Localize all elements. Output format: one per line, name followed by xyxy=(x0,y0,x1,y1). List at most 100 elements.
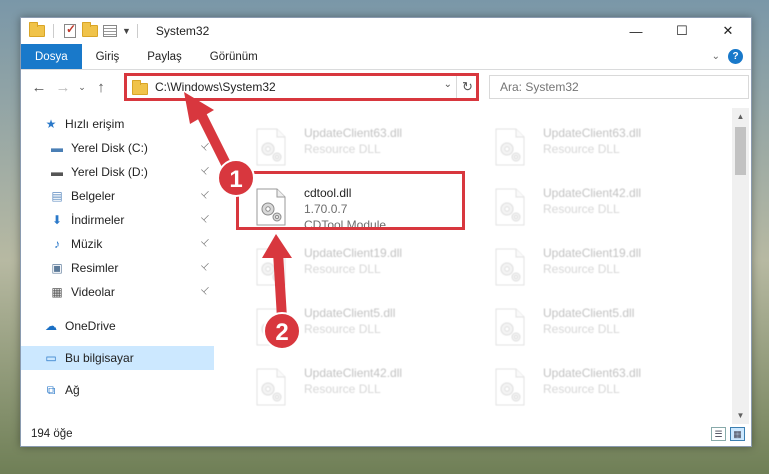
tiles-view-icon[interactable]: ▦ xyxy=(730,427,745,441)
sidebar-item-label: Resimler xyxy=(71,261,119,275)
file-tile[interactable]: UpdateClient42.dll Resource DLL xyxy=(484,180,714,232)
search-input[interactable] xyxy=(500,80,700,94)
help-icon[interactable]: ? xyxy=(728,49,743,64)
file-type: Resource DLL xyxy=(304,142,381,156)
file-tile[interactable]: UpdateClient42.dll Resource DLL xyxy=(245,360,475,412)
file-name: UpdateClient42.dll xyxy=(543,186,642,200)
file-tile[interactable]: UpdateClient5.dll Resource DLL xyxy=(484,300,714,352)
sidebar-item[interactable]: ♪ Müzik ⊥ xyxy=(21,232,214,256)
file-tile[interactable]: UpdateClient63.dll Resource DLL xyxy=(245,120,475,172)
sidebar-item-label: Müzik xyxy=(71,237,103,251)
dll-file-icon xyxy=(495,368,525,406)
sidebar-item[interactable]: ⬇ İndirmeler ⊥ xyxy=(21,208,214,232)
sidebar-item-label: Ağ xyxy=(65,383,80,397)
sidebar-item-label: Hızlı erişim xyxy=(65,117,125,131)
sidebar-item-label: Videolar xyxy=(71,285,115,299)
minimize-button[interactable]: — xyxy=(613,18,659,44)
tab-dosya[interactable]: Dosya xyxy=(21,44,82,69)
downloads-icon: ⬇ xyxy=(51,213,63,227)
back-button[interactable]: ← xyxy=(27,75,51,99)
details-view-icon[interactable]: ☰ xyxy=(711,427,726,441)
sidebar-item[interactable]: ★ Hızlı erişim xyxy=(21,112,214,136)
ribbon-tabs: Dosya Giriş Paylaş Görünüm ⌄ ? xyxy=(21,44,751,70)
file-type: Resource DLL xyxy=(543,382,620,396)
pin-icon[interactable]: ⊥ xyxy=(199,212,213,226)
file-name: UpdateClient19.dll xyxy=(543,246,642,260)
pin-icon[interactable]: ⊥ xyxy=(199,236,213,250)
title-bar: ▼ System32 — ☐ ✕ xyxy=(21,18,751,44)
sidebar-item[interactable]: ▬ Yerel Disk (D:) ⊥ xyxy=(21,160,214,184)
pin-icon[interactable]: ⊥ xyxy=(199,260,213,274)
file-type: Resource DLL xyxy=(543,202,620,216)
properties-list-icon[interactable] xyxy=(100,21,120,41)
navigation-pane: ★ Hızlı erişim ▬ Yerel Disk (C:) ⊥ ▬ Yerel Dis… xyxy=(21,108,214,424)
dll-file-icon xyxy=(495,248,525,286)
onedrive-icon: ☁ xyxy=(45,319,57,333)
dll-file-icon xyxy=(256,308,286,346)
customize-toolbar-dropdown[interactable]: ▼ xyxy=(122,26,131,36)
sidebar-item[interactable]: ⧉ Ağ xyxy=(21,378,214,402)
scroll-up-arrow-icon[interactable]: ▲ xyxy=(732,108,749,125)
caption-buttons: — ☐ ✕ xyxy=(613,18,751,44)
drive-d-icon: ▬ xyxy=(51,165,63,179)
pictures-icon: ▣ xyxy=(51,261,63,275)
file-type: Resource DLL xyxy=(543,322,620,336)
file-tile[interactable]: UpdateClient19.dll Resource DLL xyxy=(245,240,475,292)
file-type: Resource DLL xyxy=(543,142,620,156)
search-box[interactable] xyxy=(489,75,749,99)
sidebar-item-label: Yerel Disk (D:) xyxy=(71,165,148,179)
file-tile[interactable]: UpdateClient63.dll Resource DLL xyxy=(484,120,714,172)
file-type: Resource DLL xyxy=(304,382,381,396)
maximize-button[interactable]: ☐ xyxy=(659,18,705,44)
file-type: Resource DLL xyxy=(304,262,381,276)
vertical-scrollbar[interactable]: ▲ ▼ xyxy=(732,108,749,424)
pin-icon[interactable]: ⊥ xyxy=(199,164,213,178)
file-name: UpdateClient63.dll xyxy=(543,126,642,140)
file-tile[interactable]: UpdateClient19.dll Resource DLL xyxy=(484,240,714,292)
forward-button[interactable]: → xyxy=(51,75,75,99)
file-name: UpdateClient5.dll xyxy=(543,306,635,320)
network-icon: ⧉ xyxy=(46,382,56,397)
computer-icon: ▭ xyxy=(45,351,57,365)
sidebar-item-label: İndirmeler xyxy=(71,213,125,227)
tab-gorunum[interactable]: Görünüm xyxy=(196,44,272,69)
view-buttons: ☰ ▦ xyxy=(711,427,745,441)
file-list: cdtool.dll 1.70.0.7 CDTool Module Update… xyxy=(228,108,731,426)
dll-file-icon xyxy=(256,368,286,406)
pin-icon[interactable]: ⊥ xyxy=(199,188,213,202)
file-tile[interactable]: UpdateClient63.dll Resource DLL xyxy=(484,360,714,412)
music-icon: ♪ xyxy=(54,237,60,251)
item-count: 194 öğe xyxy=(31,428,73,440)
properties-check-icon[interactable] xyxy=(60,21,80,41)
status-bar: 194 öğe ☰ ▦ xyxy=(21,422,751,446)
expand-ribbon-chevron-icon[interactable]: ⌄ xyxy=(712,51,720,62)
sidebar-item[interactable]: ▬ Yerel Disk (C:) ⊥ xyxy=(21,136,214,160)
file-tile[interactable]: UpdateClient5.dll Resource DLL xyxy=(245,300,475,352)
folder-icon xyxy=(27,21,47,41)
tab-giris[interactable]: Giriş xyxy=(82,44,134,69)
sidebar-item[interactable]: ▭ Bu bilgisayar xyxy=(21,346,214,370)
file-type: Resource DLL xyxy=(304,322,381,336)
tab-paylas[interactable]: Paylaş xyxy=(133,44,196,69)
pin-icon[interactable]: ⊥ xyxy=(199,284,213,298)
new-folder-icon[interactable] xyxy=(80,21,100,41)
sidebar-item[interactable]: ☁ OneDrive xyxy=(21,314,214,338)
videos-icon: ▦ xyxy=(51,285,63,299)
address-bar-highlight xyxy=(124,73,479,101)
pin-icon[interactable]: ⊥ xyxy=(199,140,213,154)
sidebar-item[interactable]: ▤ Belgeler ⊥ xyxy=(21,184,214,208)
file-type: Resource DLL xyxy=(543,262,620,276)
file-name: UpdateClient5.dll xyxy=(304,306,396,320)
scrollbar-thumb[interactable] xyxy=(735,127,746,175)
sidebar-item-label: OneDrive xyxy=(65,319,116,333)
recent-locations-dropdown[interactable]: ⌄ xyxy=(75,75,89,99)
window-title: System32 xyxy=(155,24,210,38)
sidebar-item[interactable]: ▣ Resimler ⊥ xyxy=(21,256,214,280)
documents-icon: ▤ xyxy=(51,189,63,203)
sidebar-item[interactable]: ▦ Videolar ⊥ xyxy=(21,280,214,304)
close-button[interactable]: ✕ xyxy=(705,18,751,44)
up-button[interactable]: ↑ xyxy=(89,75,113,99)
quick-access-toolbar: ▼ xyxy=(21,18,144,44)
drive-c-icon: ▬ xyxy=(51,141,63,155)
sidebar-item-label: Belgeler xyxy=(71,189,116,203)
